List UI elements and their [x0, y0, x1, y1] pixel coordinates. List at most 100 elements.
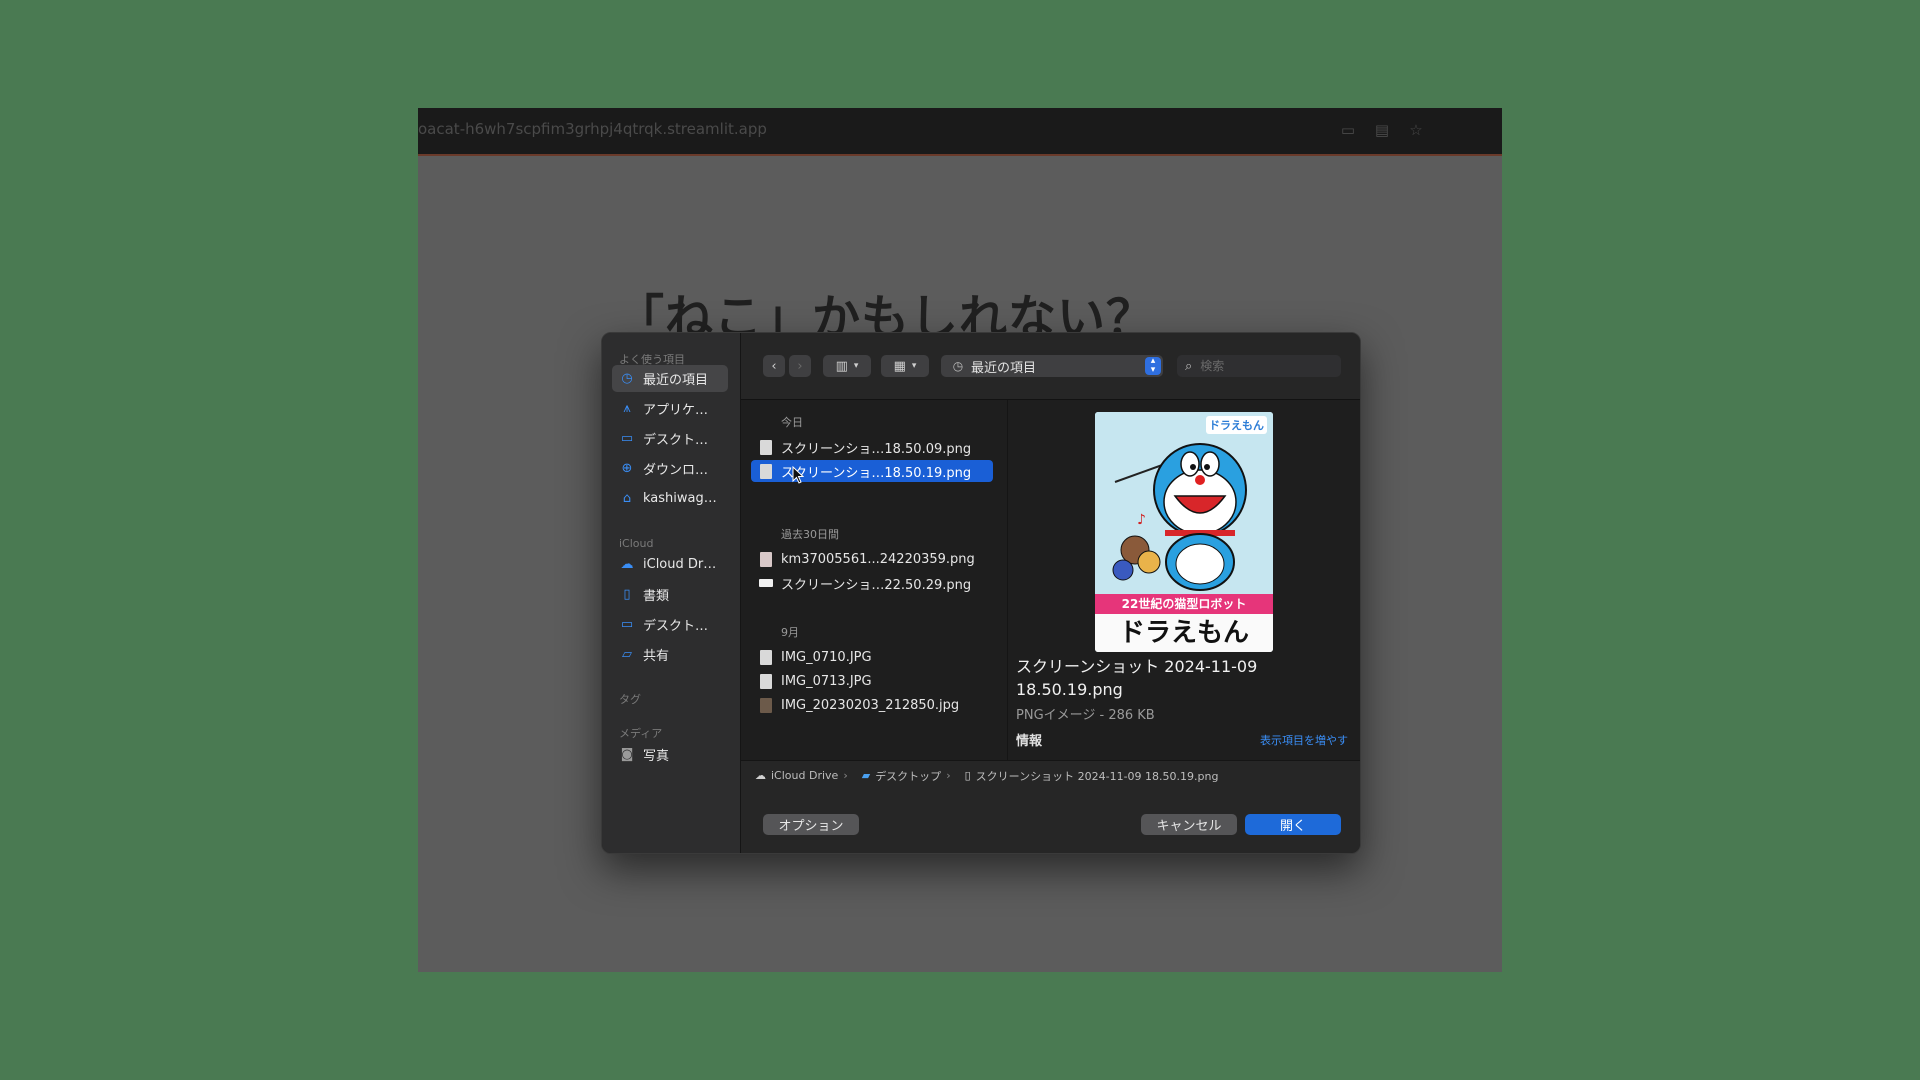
sidebar-item-label: 書類 — [643, 589, 670, 604]
path-segment-icloud-drive[interactable]: ☁ iCloud Drive › — [741, 769, 848, 782]
file-name: スクリーンショ…18.50.19.png — [781, 465, 972, 481]
open-button[interactable]: 開く — [1245, 814, 1341, 835]
search-field[interactable]: ⌕ — [1177, 355, 1341, 377]
poster-logo: ドラえもん — [1206, 416, 1267, 434]
translate-icon[interactable]: ▤ — [1372, 120, 1392, 140]
list-section-september: 9月 — [781, 626, 799, 639]
file-open-dialog: よく使う項目 ◷ 最近の項目 ⩚ アプリケーション ▭ デスクトップ ⊕ ダウン… — [601, 332, 1361, 854]
updown-chevron-icon: ▴ ▾ — [1145, 357, 1161, 375]
sidebar-item-desktop[interactable]: ▭ デスクトップ — [612, 425, 728, 452]
sidebar-section-tags: タグ — [619, 693, 641, 706]
sidebar-section-icloud: iCloud — [619, 537, 654, 550]
sidebar-item-icloud-drive[interactable]: ☁ iCloud Drive — [612, 551, 728, 578]
cloud-icon: ☁ — [755, 769, 766, 782]
chevron-left-icon: ‹ — [771, 358, 777, 374]
clock-icon: ◷ — [952, 359, 964, 373]
sidebar-item-label: 最近の項目 — [643, 373, 709, 388]
desktop-icon: ▭ — [620, 617, 634, 632]
file-list: 今日 スクリーンショ…18.50.09.png スクリーンショ…18.50.19… — [741, 400, 1008, 760]
shared-folder-icon: ▱ — [622, 647, 632, 662]
search-input[interactable] — [1200, 359, 1321, 373]
path-segment-label: スクリーンショット 2024-11-09 18.50.19.png — [975, 769, 1219, 783]
sidebar-item-label: デスクトップ — [643, 433, 719, 448]
file-name: IMG_20230203_212850.jpg — [781, 697, 960, 713]
dialog-footer: オプション キャンセル 開く — [741, 790, 1360, 853]
doraemon-illustration: ♪ — [1095, 412, 1273, 594]
list-item[interactable]: スクリーンショ…22.50.29.png — [751, 572, 993, 594]
file-name: スクリーンショ…18.50.09.png — [781, 441, 972, 457]
preview-file-kind: PNGイメージ - 286 KB — [1016, 708, 1155, 723]
image-file-icon — [759, 579, 773, 587]
file-icon: ▯ — [964, 769, 971, 782]
mouse-cursor-icon — [792, 466, 804, 484]
list-section-today: 今日 — [781, 416, 803, 429]
sidebar-item-recents[interactable]: ◷ 最近の項目 — [612, 365, 728, 392]
show-more-link[interactable]: 表示項目を増やす — [1260, 732, 1348, 748]
columns-view-icon: ▥ — [835, 358, 848, 374]
location-label: 最近の項目 — [971, 360, 1037, 376]
sidebar-item-label: アプリケーション — [643, 403, 719, 418]
preview-file-name: スクリーンショット 2024-11-09 18.50.19.png — [1016, 655, 1346, 701]
list-item[interactable]: IMG_20230203_212850.jpg — [751, 694, 993, 716]
sidebar-item-applications[interactable]: ⩚ アプリケーション — [612, 395, 728, 422]
sidebar-item-label: iCloud Drive — [643, 557, 719, 572]
location-dropdown[interactable]: ◷ 最近の項目 ▴ ▾ — [941, 355, 1163, 377]
options-button[interactable]: オプション — [763, 814, 859, 835]
back-button[interactable]: ‹ — [763, 355, 785, 377]
applications-icon: ⩚ — [623, 401, 631, 416]
list-item-selected[interactable]: スクリーンショ…18.50.19.png — [751, 460, 993, 482]
image-file-icon — [760, 463, 772, 479]
list-item[interactable]: km37005561...24220359.png — [751, 548, 993, 570]
preview-info-heading: 情報 — [1016, 734, 1043, 749]
sidebar-item-label: 共有 — [643, 649, 670, 664]
chevron-down-icon: ▾ — [853, 361, 859, 371]
grid-icon: ▦ — [893, 358, 906, 374]
sidebar-item-downloads[interactable]: ⊕ ダウンロード — [612, 455, 728, 482]
poster-tagline: 22世紀の猫型ロボット — [1095, 594, 1273, 614]
download-icon: ⊕ — [621, 461, 633, 476]
sidebar-item-label: デスクトップ — [643, 619, 719, 634]
preview-file-name-line1: スクリーンショット 2024-11-09 — [1016, 657, 1258, 676]
path-segment-label: デスクトップ — [875, 769, 942, 783]
folder-icon: ▰ — [861, 769, 871, 782]
sidebar-item-photos[interactable]: ◙ 写真 — [612, 741, 728, 768]
document-icon: ▯ — [623, 587, 631, 602]
image-file-icon — [760, 439, 772, 455]
sidebar-item-documents[interactable]: ▯ 書類 — [612, 581, 728, 608]
url-text[interactable]: oacat-h6wh7scpfim3grhpj4qtrqk.streamlit.… — [418, 120, 767, 138]
desktop-icon: ▭ — [620, 431, 634, 446]
cancel-button[interactable]: キャンセル — [1141, 814, 1237, 835]
bookmark-star-icon[interactable]: ☆ — [1406, 120, 1426, 140]
sidebar-item-home[interactable]: ⌂ kashiwagi... — [612, 485, 728, 512]
path-segment-label: iCloud Drive — [771, 769, 839, 782]
preview-thumbnail: ドラえもん ♪ 22世紀の猫型ロボット ドラえもん — [1095, 412, 1273, 652]
cast-icon[interactable]: ▭ — [1338, 120, 1358, 140]
sidebar-item-icloud-desktop[interactable]: ▭ デスクトップ — [612, 611, 728, 638]
cloud-icon: ☁ — [620, 557, 634, 572]
view-mode-button[interactable]: ▥ ▾ — [823, 355, 871, 377]
path-segment-file[interactable]: ▯ スクリーンショット 2024-11-09 18.50.19.png — [951, 768, 1219, 784]
svg-text:♪: ♪ — [1137, 512, 1146, 528]
list-item[interactable]: スクリーンショ…18.50.09.png — [751, 436, 993, 458]
file-name: km37005561...24220359.png — [781, 551, 975, 567]
sidebar-item-shared[interactable]: ▱ 共有 — [612, 641, 728, 668]
image-file-icon — [760, 673, 772, 689]
dialog-toolbar: ‹ › ▥ ▾ ▦ ▾ ◷ 最近の項目 ▴ ▾ ⌕ — [741, 333, 1360, 400]
group-by-button[interactable]: ▦ ▾ — [881, 355, 929, 377]
home-icon: ⌂ — [622, 491, 632, 506]
address-bar[interactable]: oacat-h6wh7scpfim3grhpj4qtrqk.streamlit.… — [418, 108, 1502, 156]
chevron-right-icon: › — [797, 358, 803, 374]
list-item[interactable]: IMG_0713.JPG — [751, 670, 993, 692]
list-item[interactable]: IMG_0710.JPG — [751, 646, 993, 668]
path-bar: ☁ iCloud Drive › ▰ デスクトップ › ▯ スクリーンショット … — [741, 760, 1360, 790]
poster-title: ドラえもん — [1095, 614, 1273, 652]
forward-button[interactable]: › — [789, 355, 811, 377]
sidebar-item-label: 写真 — [643, 749, 670, 764]
search-icon: ⌕ — [1185, 358, 1193, 374]
sidebar-item-label: kashiwagi... — [643, 491, 719, 506]
path-segment-desktop[interactable]: ▰ デスクトップ › — [848, 768, 951, 784]
clock-icon: ◷ — [621, 371, 633, 386]
image-file-icon — [760, 697, 772, 713]
sidebar-item-label: ダウンロード — [643, 463, 719, 478]
chevron-down-icon: ▾ — [911, 361, 917, 371]
